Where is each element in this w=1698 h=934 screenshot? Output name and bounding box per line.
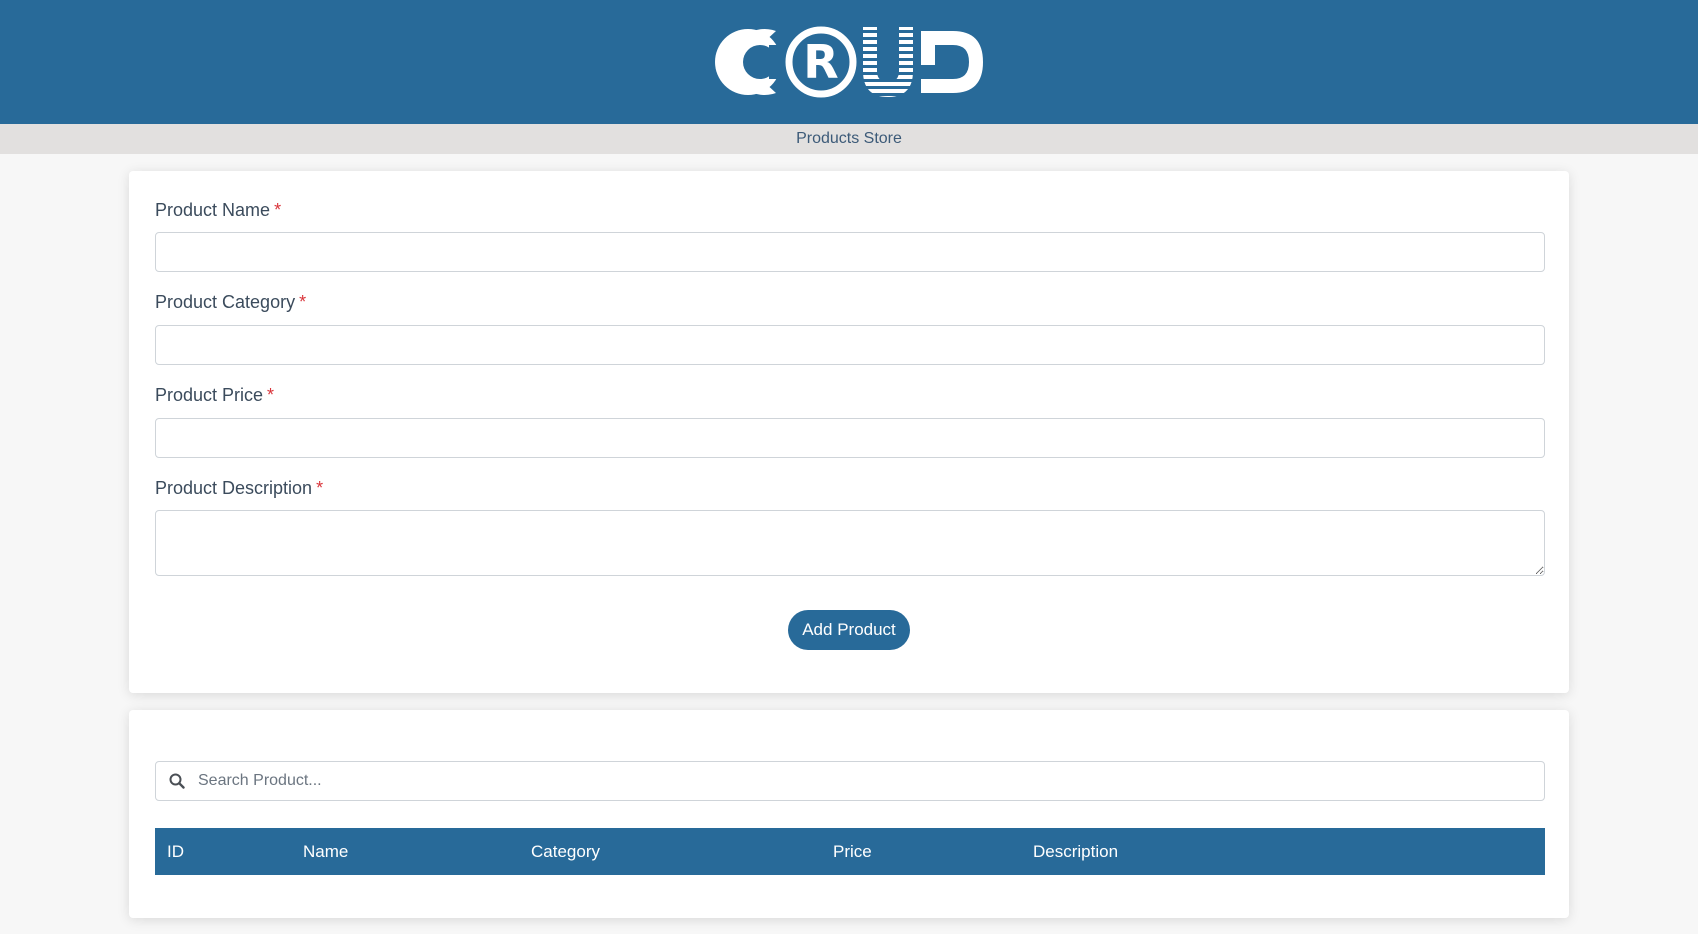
product-list-card: ID Name Category Price Description: [129, 710, 1569, 918]
search-box[interactable]: [155, 761, 1545, 801]
add-product-button[interactable]: Add Product: [788, 610, 910, 650]
product-form-card: Product Name * Product Category * Product …: [129, 171, 1569, 693]
product-category-input[interactable]: [155, 325, 1545, 365]
required-mark: *: [274, 200, 282, 220]
products-table-header: ID Name Category Price Description: [155, 828, 1545, 875]
required-mark: *: [299, 292, 307, 312]
product-name-input[interactable]: [155, 232, 1545, 272]
search-icon: [156, 773, 198, 789]
column-header-price[interactable]: Price: [833, 828, 872, 875]
search-input[interactable]: [198, 762, 1544, 800]
required-mark: *: [316, 478, 324, 498]
product-price-input[interactable]: [155, 418, 1545, 458]
column-header-category[interactable]: Category: [531, 828, 600, 875]
product-price-label: Product Price *: [155, 385, 275, 405]
svg-text:R: R: [803, 35, 838, 89]
product-description-textarea[interactable]: [155, 510, 1545, 576]
store-title: Products Store: [796, 130, 902, 147]
required-mark: *: [267, 385, 275, 405]
app-header: R: [0, 0, 1698, 124]
column-header-description[interactable]: Description: [1033, 828, 1118, 875]
store-title-bar: Products Store: [0, 124, 1698, 154]
column-header-id[interactable]: ID: [167, 828, 184, 875]
product-description-label: Product Description *: [155, 478, 324, 498]
product-name-label: Product Name *: [155, 200, 282, 220]
crud-logo: R: [715, 26, 983, 98]
column-header-name[interactable]: Name: [303, 828, 348, 875]
product-category-label: Product Category *: [155, 292, 307, 312]
